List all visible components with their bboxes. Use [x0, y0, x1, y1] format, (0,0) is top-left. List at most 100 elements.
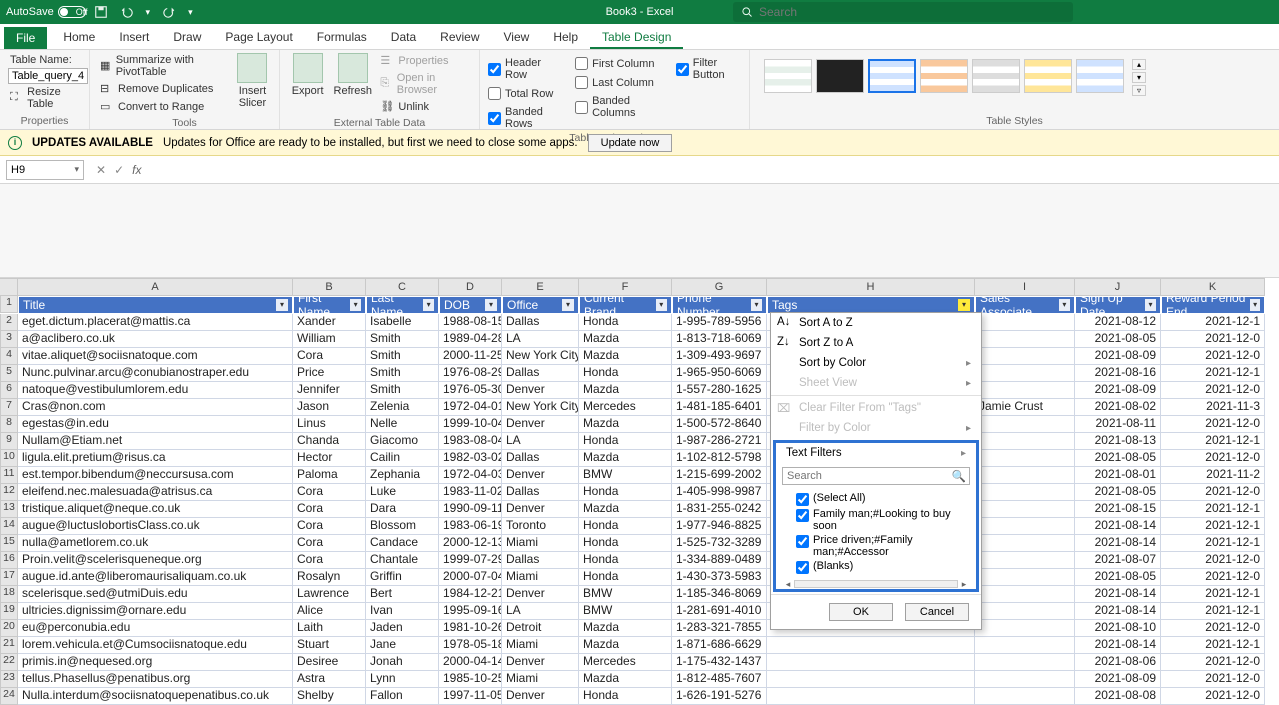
filter-dropdown-icon[interactable]: ▾: [423, 299, 434, 311]
cell[interactable]: Jamie Crust: [975, 399, 1075, 416]
cell[interactable]: egestas@in.edu: [18, 416, 293, 433]
cell[interactable]: Hector: [293, 450, 366, 467]
cell[interactable]: 1981-10-26: [439, 620, 502, 637]
cell[interactable]: Mazda: [579, 637, 672, 654]
cell[interactable]: Rosalyn: [293, 569, 366, 586]
cell[interactable]: 2021-08-06: [1075, 654, 1161, 671]
open-browser-button[interactable]: ⎘Open in Browser: [378, 71, 471, 97]
cell[interactable]: 2021-12-1: [1161, 518, 1265, 535]
cell[interactable]: Nunc.pulvinar.arcu@conubianostraper.edu: [18, 365, 293, 382]
cell[interactable]: [975, 433, 1075, 450]
cell[interactable]: 1-215-699-2002: [672, 467, 767, 484]
table-style-7[interactable]: [1076, 59, 1124, 93]
row-head-8[interactable]: 8: [0, 416, 18, 433]
cell[interactable]: 1976-08-29: [439, 365, 502, 382]
filter-dropdown-icon[interactable]: ▾: [350, 299, 361, 311]
cell[interactable]: Laith: [293, 620, 366, 637]
row-head-11[interactable]: 11: [0, 467, 18, 484]
cell[interactable]: [975, 450, 1075, 467]
tab-view[interactable]: View: [492, 26, 542, 49]
cell[interactable]: Mercedes: [579, 654, 672, 671]
cell[interactable]: 1983-08-04: [439, 433, 502, 450]
cell[interactable]: Mazda: [579, 671, 672, 688]
cell[interactable]: 2021-12-0: [1161, 382, 1265, 399]
table-header-title[interactable]: Title▾: [18, 296, 293, 314]
cell[interactable]: Denver: [502, 416, 579, 433]
cell[interactable]: Jonah: [366, 654, 439, 671]
cell[interactable]: 1983-06-19: [439, 518, 502, 535]
cell[interactable]: 1997-11-05: [439, 688, 502, 705]
cell[interactable]: 1983-11-02: [439, 484, 502, 501]
cell[interactable]: 1985-10-25: [439, 671, 502, 688]
cell[interactable]: [975, 382, 1075, 399]
cell[interactable]: Zephania: [366, 467, 439, 484]
table-name-input[interactable]: [8, 68, 88, 84]
cell[interactable]: [975, 467, 1075, 484]
cell[interactable]: Mazda: [579, 331, 672, 348]
table-header-office[interactable]: Office▾: [502, 296, 579, 314]
cell[interactable]: 2000-11-25: [439, 348, 502, 365]
cell[interactable]: primis.in@nequesed.org: [18, 654, 293, 671]
row-head-7[interactable]: 7: [0, 399, 18, 416]
styles-scroll-up-icon[interactable]: ▴: [1132, 59, 1146, 70]
cell[interactable]: 1-813-718-6069: [672, 331, 767, 348]
chk-banded-cols[interactable]: Banded Columns: [575, 95, 662, 119]
filter-dropdown-icon[interactable]: ▾: [958, 299, 970, 311]
filter-dropdown-icon[interactable]: ▾: [562, 299, 574, 311]
cell[interactable]: Lynn: [366, 671, 439, 688]
table-header-last name[interactable]: Last Name▾: [366, 296, 439, 314]
cell[interactable]: BMW: [579, 586, 672, 603]
cell[interactable]: Astra: [293, 671, 366, 688]
autosave-toggle[interactable]: AutoSave Off: [6, 6, 80, 18]
cell[interactable]: [975, 671, 1075, 688]
text-filters-item[interactable]: Text Filters▸: [776, 443, 976, 463]
cell[interactable]: 2021-08-08: [1075, 688, 1161, 705]
cell[interactable]: Nelle: [366, 416, 439, 433]
styles-scroll-down-icon[interactable]: ▾: [1132, 72, 1146, 83]
cell[interactable]: 1-525-732-3289: [672, 535, 767, 552]
cell[interactable]: 2021-08-09: [1075, 671, 1161, 688]
cell[interactable]: Proin.velit@scelerisqueneque.org: [18, 552, 293, 569]
cell[interactable]: Denver: [502, 501, 579, 518]
cell[interactable]: Linus: [293, 416, 366, 433]
table-style-1[interactable]: [764, 59, 812, 93]
formula-bar[interactable]: [147, 160, 1279, 180]
tab-file[interactable]: File: [4, 27, 47, 49]
filter-search-input[interactable]: [782, 467, 970, 485]
resize-table-button[interactable]: ⛶Resize Table: [8, 85, 88, 111]
filter-hscroll[interactable]: ◂▸: [776, 579, 976, 589]
insert-slicer-button[interactable]: Insert Slicer: [234, 53, 271, 115]
cell[interactable]: Toronto: [502, 518, 579, 535]
cell[interactable]: Mazda: [579, 620, 672, 637]
table-header-first name[interactable]: First Name▾: [293, 296, 366, 314]
cell[interactable]: Cora: [293, 348, 366, 365]
cell[interactable]: 1990-09-11: [439, 501, 502, 518]
cell[interactable]: Candace: [366, 535, 439, 552]
cell[interactable]: eleifend.nec.malesuada@atrisus.ca: [18, 484, 293, 501]
cell[interactable]: augue.id.ante@liberomaurisaliquam.co.uk: [18, 569, 293, 586]
tab-formulas[interactable]: Formulas: [305, 26, 379, 49]
cell[interactable]: 2021-11-2: [1161, 467, 1265, 484]
cell[interactable]: Cailin: [366, 450, 439, 467]
cell[interactable]: Desiree: [293, 654, 366, 671]
qat-more-icon[interactable]: ▾: [188, 7, 193, 18]
cell[interactable]: ligula.elit.pretium@risus.ca: [18, 450, 293, 467]
cell[interactable]: [975, 348, 1075, 365]
cell[interactable]: Price: [293, 365, 366, 382]
cell[interactable]: nulla@ametlorem.co.uk: [18, 535, 293, 552]
unlink-button[interactable]: ⛓Unlink: [378, 99, 471, 115]
cell[interactable]: [975, 586, 1075, 603]
cell[interactable]: 1-405-998-9987: [672, 484, 767, 501]
styles-more-icon[interactable]: ▿: [1132, 85, 1146, 96]
save-icon[interactable]: [94, 5, 108, 19]
cell[interactable]: ultricies.dignissim@ornare.edu: [18, 603, 293, 620]
tab-help[interactable]: Help: [541, 26, 590, 49]
cell[interactable]: 1982-03-02: [439, 450, 502, 467]
col-head-J[interactable]: J: [1075, 278, 1161, 296]
cell[interactable]: William: [293, 331, 366, 348]
cell[interactable]: 1-481-185-6401: [672, 399, 767, 416]
tab-review[interactable]: Review: [428, 26, 491, 49]
update-now-button[interactable]: Update now: [588, 134, 673, 152]
row-head-4[interactable]: 4: [0, 348, 18, 365]
cell[interactable]: Honda: [579, 552, 672, 569]
